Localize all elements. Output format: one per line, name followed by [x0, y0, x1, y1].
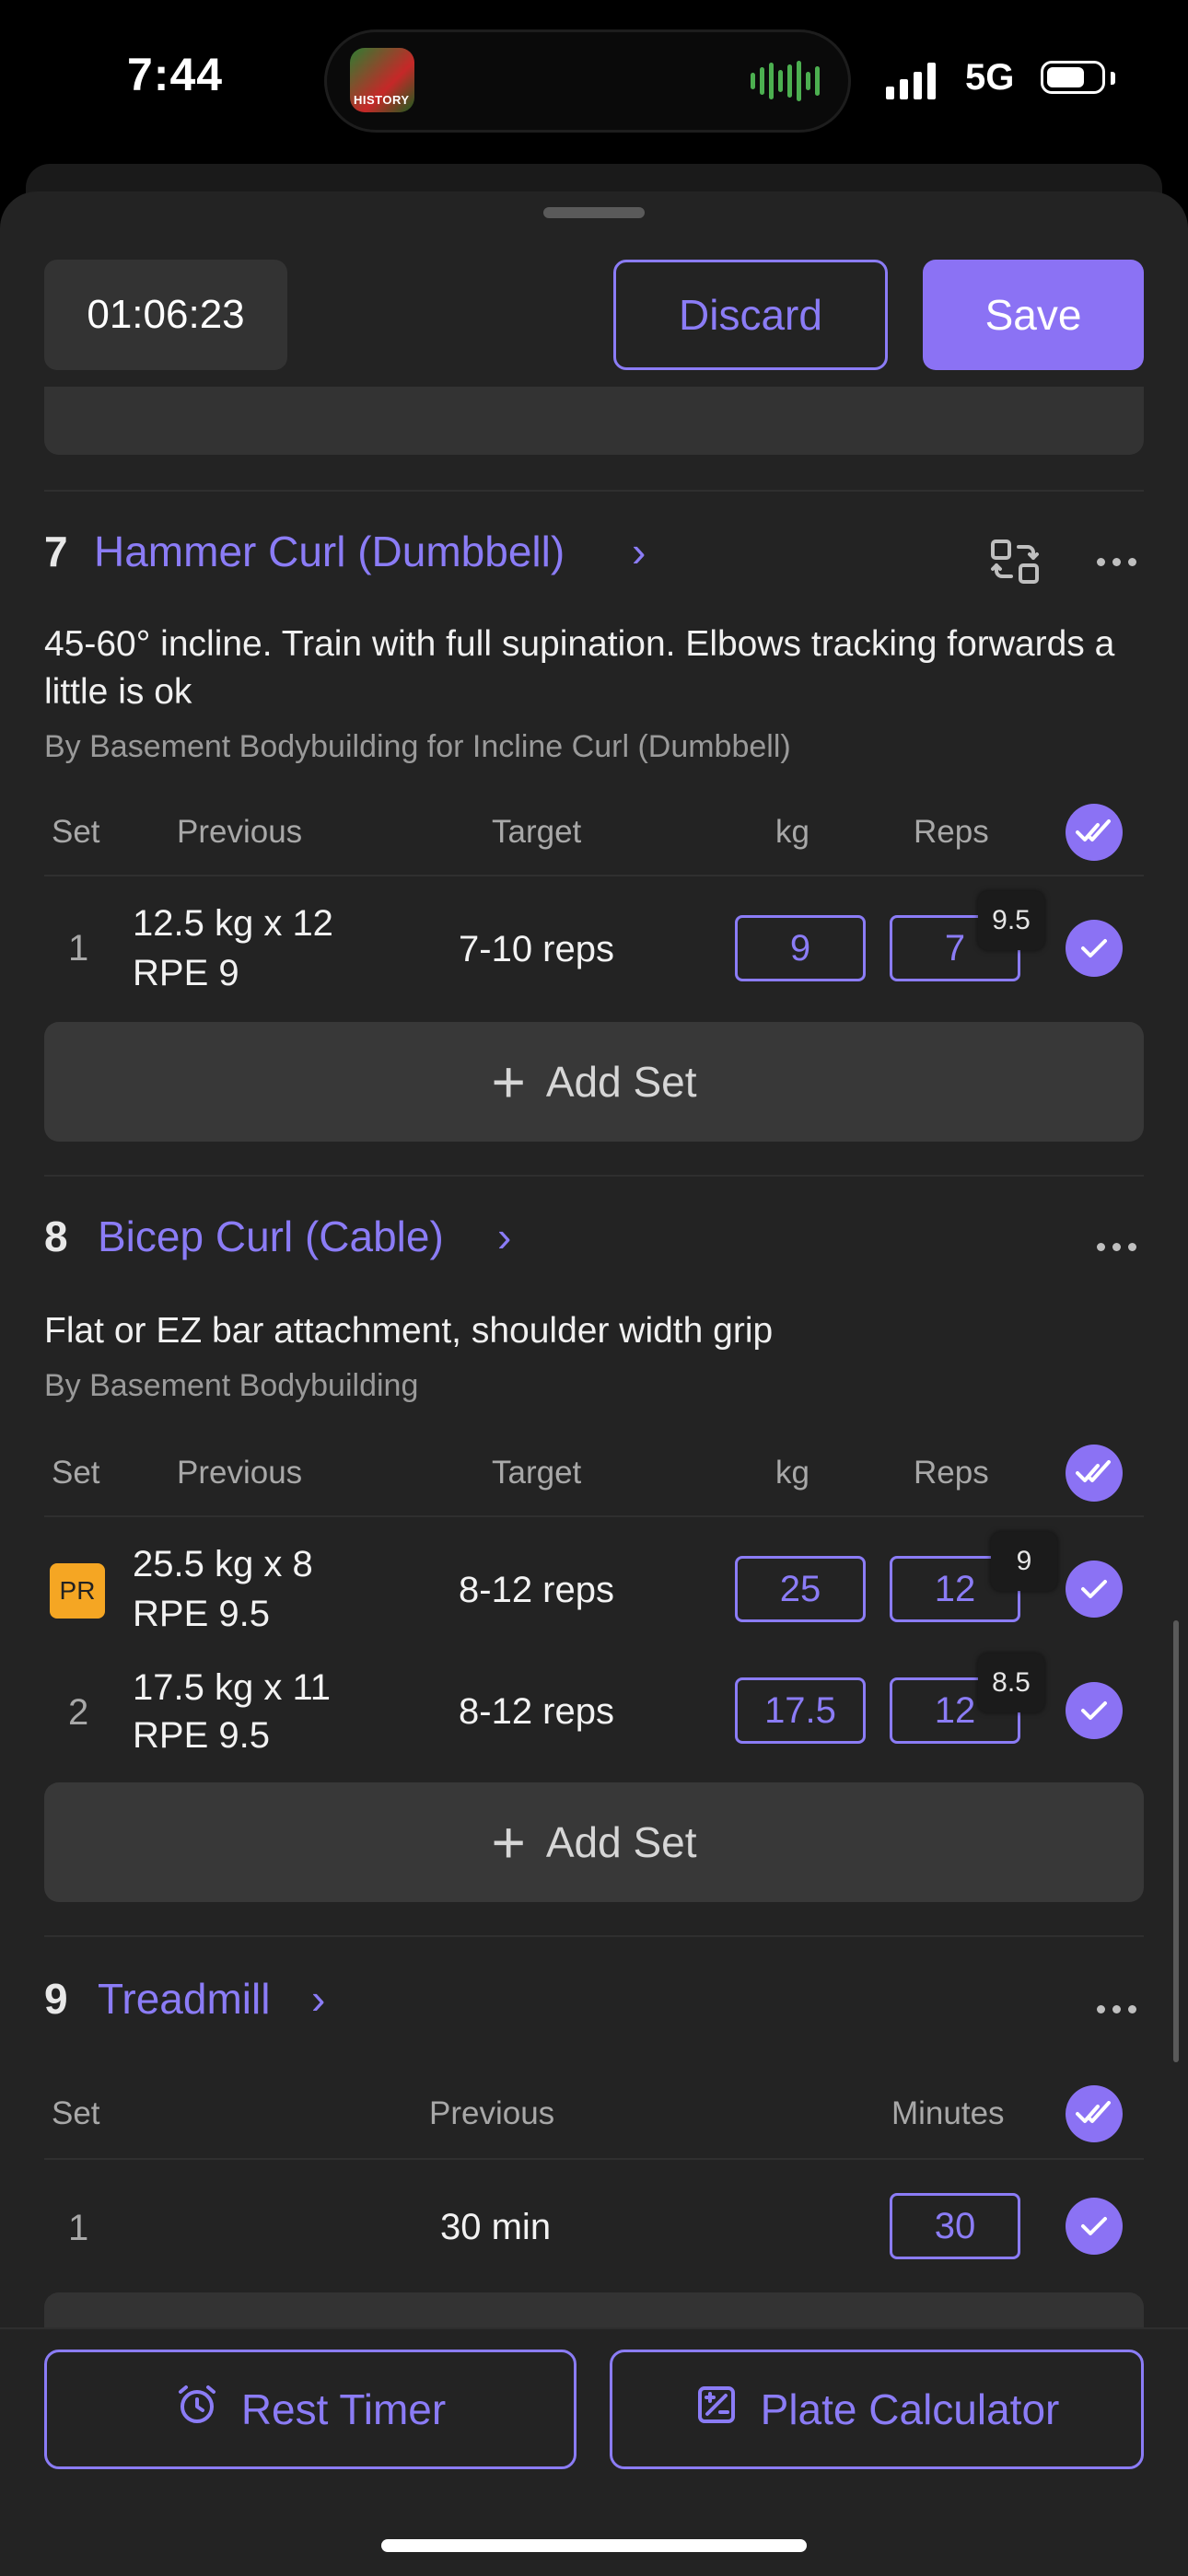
column-set: Set	[52, 2095, 100, 2131]
add-set-button[interactable]: + Add Set	[44, 1022, 1144, 1142]
previous-value[interactable]: 12.5 kg x 12	[133, 899, 333, 948]
live-activity-app-label: HISTORY	[354, 93, 410, 107]
column-set: Set	[52, 814, 100, 850]
history-app-icon: HISTORY	[350, 48, 414, 112]
network-type: 5G	[965, 57, 1015, 98]
set-number[interactable]: 1	[68, 2208, 88, 2249]
column-previous: Previous	[177, 1455, 303, 1491]
set-number[interactable]: 2	[68, 1692, 88, 1734]
previous-rpe: RPE 9	[133, 953, 239, 993]
complete-set-check-icon[interactable]	[1066, 1682, 1123, 1739]
complete-all-sets-icon[interactable]	[1066, 804, 1123, 861]
divider	[44, 1515, 1144, 1517]
plus-icon: +	[491, 1809, 526, 1875]
exercise-name[interactable]: Treadmill	[98, 1974, 270, 2024]
note-author: By Basement Bodybuilding for Incline Cur…	[44, 729, 791, 764]
complete-set-check-icon[interactable]	[1066, 920, 1123, 977]
exercise-note: 45-60° incline. Train with full supinati…	[44, 624, 1115, 712]
column-previous: Previous	[429, 2095, 555, 2131]
divider	[44, 490, 1144, 492]
rpe-badge[interactable]: 9.5	[978, 891, 1044, 950]
kg-input[interactable]: 25	[735, 1556, 866, 1622]
scrollbar[interactable]	[1173, 1620, 1179, 2062]
rpe-badge[interactable]: 8.5	[978, 1654, 1044, 1712]
exercise-name[interactable]: Bicep Curl (Cable)	[98, 1212, 444, 1261]
column-target: Target	[492, 1455, 582, 1491]
audio-waveform-icon	[751, 61, 820, 101]
kg-input[interactable]: 17.5	[735, 1677, 866, 1744]
divider	[44, 1935, 1144, 1937]
pr-badge[interactable]: PR	[50, 1563, 105, 1619]
divider	[44, 875, 1144, 876]
previous-value[interactable]: 25.5 kg x 8	[133, 1539, 313, 1589]
column-kg: kg	[775, 1455, 809, 1491]
chevron-right-icon[interactable]: ›	[497, 1212, 511, 1261]
divider	[44, 1175, 1144, 1177]
battery-tip	[1111, 72, 1115, 85]
status-time: 7:44	[127, 49, 224, 100]
exercise-number: 7	[44, 528, 68, 575]
complete-set-check-icon[interactable]	[1066, 1561, 1123, 1618]
more-options-icon[interactable]	[1090, 1237, 1142, 1256]
previous-rpe: RPE 9.5	[133, 1594, 270, 1634]
divider	[44, 2158, 1144, 2160]
previous-rpe: RPE 9.5	[133, 1715, 270, 1756]
column-reps: Reps	[914, 814, 989, 850]
replace-exercise-icon[interactable]	[989, 536, 1041, 587]
column-minutes: Minutes	[891, 2095, 1005, 2131]
exercise-number: 9	[44, 1975, 68, 2023]
chevron-right-icon[interactable]: ›	[311, 1974, 325, 2024]
column-reps: Reps	[914, 1455, 989, 1491]
add-set-label: Add Set	[545, 1818, 697, 1866]
column-previous: Previous	[177, 814, 303, 850]
previous-value[interactable]: 30 min	[440, 2202, 551, 2252]
calculator-icon	[694, 2383, 739, 2437]
exercise-note: Flat or EZ bar attachment, shoulder widt…	[44, 1311, 774, 1351]
exercise-name[interactable]: Hammer Curl (Dumbbell)	[94, 527, 565, 576]
add-set-button[interactable]: + Add Set	[44, 1782, 1144, 1902]
target-reps: 7-10 reps	[459, 929, 614, 969]
more-options-icon[interactable]	[1090, 552, 1142, 571]
set-number[interactable]: 1	[68, 928, 88, 969]
minutes-input[interactable]: 30	[890, 2193, 1020, 2259]
column-set: Set	[52, 1455, 100, 1491]
plus-icon: +	[491, 1049, 526, 1115]
target-reps: 8-12 reps	[459, 1570, 614, 1610]
complete-all-sets-icon[interactable]	[1066, 2085, 1123, 2142]
column-kg: kg	[775, 814, 809, 850]
more-options-icon[interactable]	[1090, 2000, 1142, 2018]
add-set-label: Add Set	[545, 1058, 697, 1106]
rest-timer-label: Rest Timer	[240, 2385, 447, 2433]
complete-all-sets-icon[interactable]	[1066, 1445, 1123, 1502]
alarm-clock-icon	[175, 2383, 219, 2437]
home-indicator[interactable]	[381, 2539, 807, 2552]
next-card-peek	[44, 2292, 1144, 2329]
workout-timer: 01:06:23	[44, 260, 287, 370]
note-author: By Basement Bodybuilding	[44, 1368, 419, 1403]
plate-calculator-label: Plate Calculator	[760, 2385, 1060, 2433]
target-reps: 8-12 reps	[459, 1691, 614, 1732]
discard-button[interactable]: Discard	[613, 260, 888, 370]
dynamic-island[interactable]: HISTORY	[324, 29, 851, 133]
battery-icon	[1041, 61, 1105, 94]
previous-value[interactable]: 17.5 kg x 11	[133, 1663, 331, 1712]
rest-timer-button[interactable]: Rest Timer	[44, 2350, 577, 2469]
previous-exercise-card	[44, 387, 1144, 455]
column-target: Target	[492, 814, 582, 850]
kg-input[interactable]: 9	[735, 915, 866, 981]
save-button[interactable]: Save	[923, 260, 1144, 370]
rpe-badge[interactable]: 9	[991, 1532, 1057, 1591]
exercise-number: 8	[44, 1213, 68, 1260]
chevron-right-icon[interactable]: ›	[632, 527, 646, 576]
sheet-grabber[interactable]	[543, 207, 645, 218]
complete-set-check-icon[interactable]	[1066, 2198, 1123, 2255]
plate-calculator-button[interactable]: Plate Calculator	[610, 2350, 1144, 2469]
cellular-signal-icon	[886, 63, 936, 99]
